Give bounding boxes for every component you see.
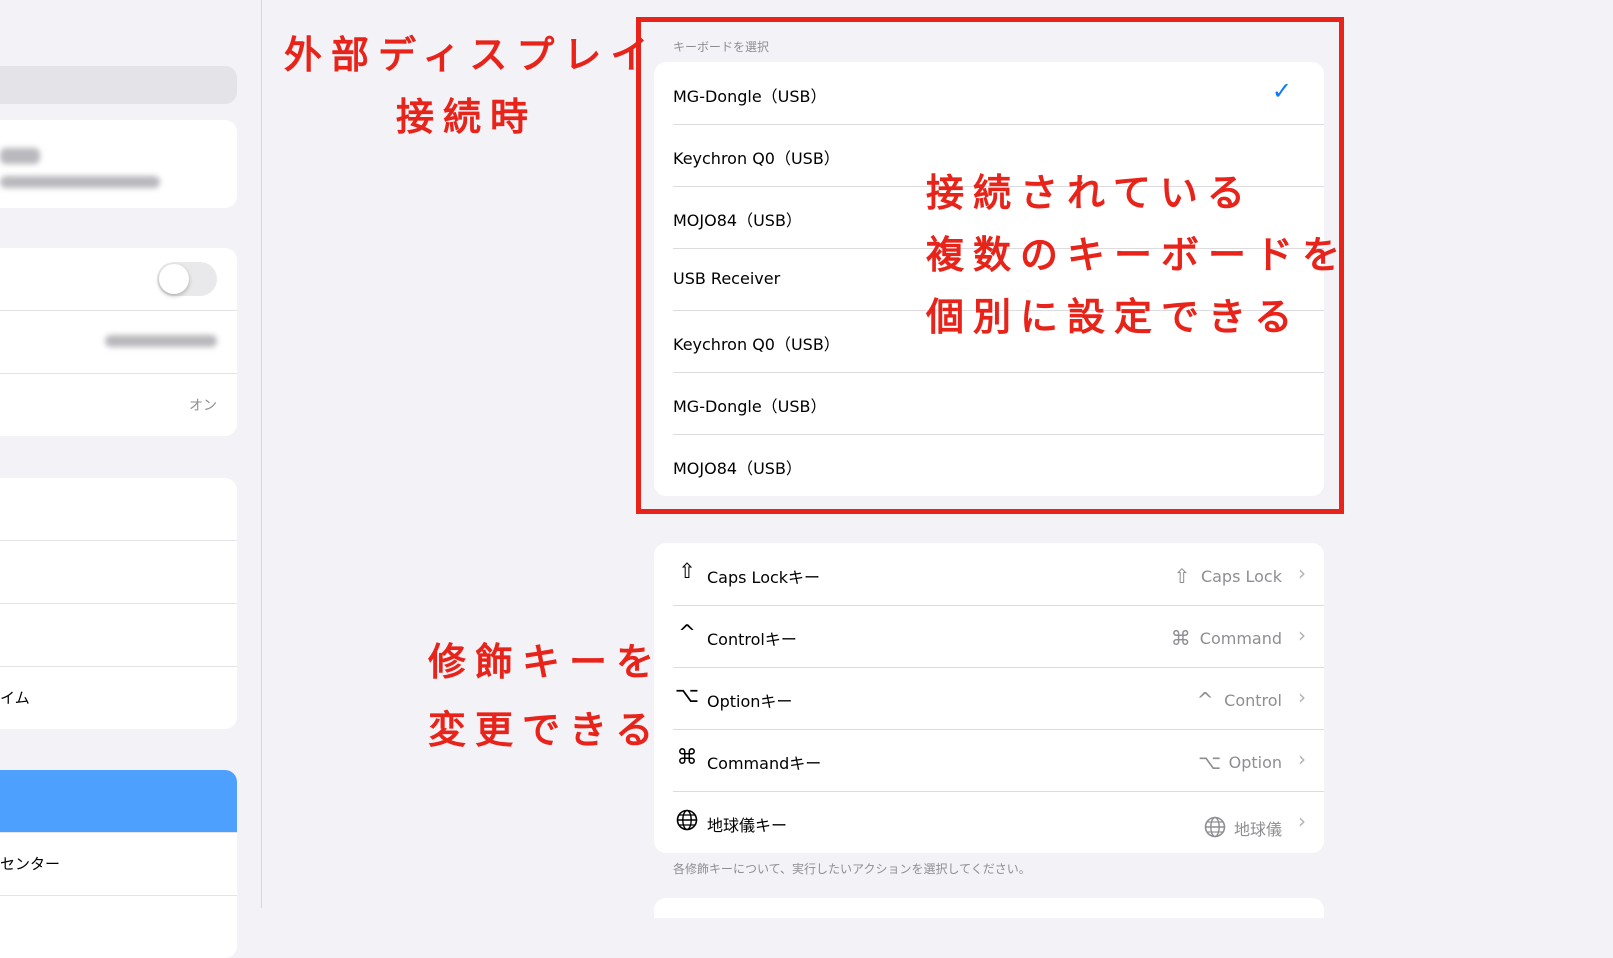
chevron-right-icon: › <box>1298 747 1306 771</box>
globe-icon <box>673 807 701 836</box>
modifier-row-command[interactable]: ⌘ Commandキー ⌥ Option › <box>654 729 1324 791</box>
modifier-label: Commandキー <box>707 754 822 773</box>
modifier-row-caps-lock[interactable]: ⇧ Caps Lockキー ⇧ Caps Lock › <box>654 543 1324 605</box>
modifier-value: 地球儀 <box>1202 812 1282 843</box>
option-icon: ⌥ <box>1198 750 1222 774</box>
chevron-right-icon: › <box>1298 623 1306 647</box>
annotation-line: 個別に設定できる <box>926 295 1302 339</box>
modifier-row-globe[interactable]: 地球儀キー 地球儀 › <box>654 791 1324 853</box>
sidebar-item-control-center[interactable]: センター <box>0 833 237 896</box>
blurred-profile-subtitle <box>0 176 160 188</box>
sidebar-item-bluetooth[interactable]: オン <box>0 374 237 436</box>
option-icon: ⌥ <box>674 683 700 707</box>
chevron-right-icon: › <box>1298 685 1306 709</box>
annotation-line: 修飾キーを <box>428 640 664 684</box>
annotation-connected: 接続時 <box>396 95 538 139</box>
annotation-line: 接続されている <box>926 171 1254 215</box>
sidebar-item[interactable] <box>0 541 237 604</box>
sidebar-toggle-switch[interactable] <box>157 262 217 296</box>
annotation-modifier-keys: 修飾キーを 変更できる <box>428 628 663 764</box>
chevron-right-icon: › <box>1298 561 1306 585</box>
sidebar-item-network[interactable] <box>0 311 237 374</box>
blurred-network-value <box>105 335 217 347</box>
modifier-label: 地球儀キー <box>707 816 788 835</box>
shift-arrow-icon: ⇧ <box>678 559 696 583</box>
sidebar-item-selected[interactable] <box>0 770 237 833</box>
modifier-value-text: Command <box>1199 628 1282 648</box>
sidebar-item[interactable] <box>0 478 237 541</box>
control-caret-icon: ^ <box>678 621 696 645</box>
modifier-label: Caps Lockキー <box>707 568 821 587</box>
blurred-profile-name <box>0 148 40 164</box>
toggle-knob <box>159 264 189 294</box>
sidebar-item-screen-time[interactable]: イム <box>0 667 237 729</box>
annotation-line: 複数のキーボードを <box>926 233 1350 277</box>
modifier-value: ^ Control <box>1192 688 1282 712</box>
command-icon: ⌘ <box>676 745 698 769</box>
modifier-value-text: Control <box>1224 690 1282 710</box>
modifier-value-text: 地球儀 <box>1233 819 1282 839</box>
modifier-footer-note: 各修飾キーについて、実行したいアクションを選択してください。 <box>673 862 1031 876</box>
globe-icon <box>1202 812 1228 843</box>
command-icon: ⌘ <box>1170 626 1191 650</box>
chevron-right-icon: › <box>1298 809 1306 833</box>
shift-arrow-icon: ⇧ <box>1173 564 1191 588</box>
annotation-multiple-keyboards: 接続されている 複数のキーボードを 個別に設定できる <box>926 162 1349 348</box>
modifier-value-text: Option <box>1228 752 1282 772</box>
modifier-label: Controlキー <box>707 630 797 649</box>
sidebar-item-toggle[interactable] <box>0 248 237 311</box>
sidebar-item[interactable] <box>0 896 237 958</box>
modifier-row-control[interactable]: ^ Controlキー ⌘ Command › <box>654 605 1324 667</box>
sidebar-profile-card[interactable] <box>0 120 237 208</box>
sidebar-item-label: イム <box>0 689 30 707</box>
modifier-value: ⌘ Command <box>1168 626 1282 650</box>
sidebar-item[interactable] <box>0 604 237 667</box>
modifier-key-list: ⇧ Caps Lockキー ⇧ Caps Lock › ^ Controlキー … <box>654 543 1324 853</box>
next-section-card <box>654 898 1324 918</box>
control-caret-icon: ^ <box>1196 688 1214 712</box>
sidebar-group-system: センター <box>0 770 237 958</box>
sidebar-group-connectivity: オン <box>0 248 237 436</box>
sidebar-group-general: イム <box>0 478 237 729</box>
modifier-row-option[interactable]: ⌥ Optionキー ^ Control › <box>654 667 1324 729</box>
modifier-label: Optionキー <box>707 692 793 711</box>
modifier-value-text: Caps Lock <box>1200 566 1282 586</box>
sidebar-item-label: センター <box>0 855 61 873</box>
sidebar-item-value: オン <box>189 398 217 414</box>
sidebar-search-field[interactable] <box>0 66 237 104</box>
annotation-line: 変更できる <box>428 708 663 752</box>
modifier-value: ⇧ Caps Lock <box>1169 564 1282 588</box>
settings-sidebar: オン イム センター <box>0 0 262 958</box>
modifier-value: ⌥ Option <box>1197 750 1282 774</box>
annotation-external-display: 外部ディスプレイ <box>284 33 658 77</box>
